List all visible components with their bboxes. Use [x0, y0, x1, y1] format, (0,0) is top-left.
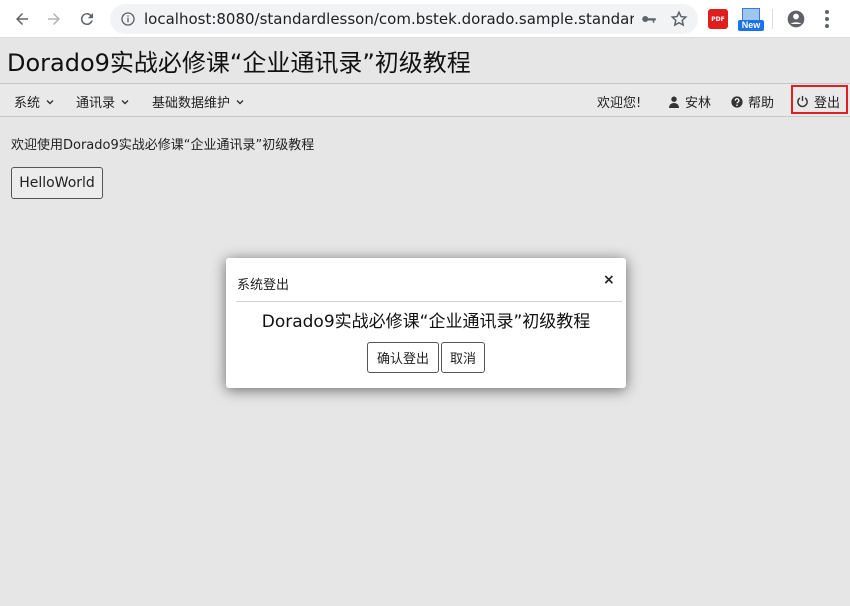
page-title: Dorado9实战必修课“企业通讯录”初级教程: [7, 49, 471, 77]
user-name: 安林: [685, 96, 712, 111]
helloworld-button[interactable]: HelloWorld: [11, 167, 103, 199]
back-button[interactable]: [10, 7, 34, 31]
menu-contacts-label: 通讯录: [76, 96, 116, 111]
user-menu[interactable]: 安林: [668, 92, 711, 111]
address-bar[interactable]: localhost:8080/standardlesson/com.bstek.…: [110, 4, 698, 34]
browser-toolbar: localhost:8080/standardlesson/com.bstek.…: [0, 0, 850, 38]
dialog-message: Dorado9实战必修课“企业通讯录”初级教程: [261, 312, 591, 332]
pdf-extension-icon[interactable]: PDF: [708, 9, 728, 29]
arrow-right-icon: [48, 13, 60, 25]
dialog-divider: [236, 301, 622, 302]
chevron-down-icon: [121, 99, 129, 104]
close-icon[interactable]: ×: [603, 272, 615, 288]
welcome-message: 欢迎使用Dorado9实战必修课“企业通讯录”初级教程: [11, 138, 315, 153]
toolbar-divider: [772, 9, 773, 29]
user-icon: [669, 96, 679, 108]
menu-system[interactable]: 系统: [14, 92, 54, 111]
top-menu-bar: 系统 通讯录 基础数据维护 欢迎您! 安林 帮助: [0, 83, 850, 117]
cancel-button[interactable]: 取消: [441, 342, 485, 373]
pdf-extension-label: PDF: [711, 15, 725, 23]
chevron-down-icon: [46, 99, 54, 104]
help-menu[interactable]: 帮助: [731, 92, 774, 111]
dialog-title: 系统登出: [237, 278, 290, 293]
logout-content: 登出: [796, 92, 840, 111]
arrow-left-icon: [16, 13, 28, 25]
menu-contacts[interactable]: 通讯录: [76, 92, 129, 111]
logout-button[interactable]: 登出: [791, 85, 848, 114]
reload-button[interactable]: [75, 7, 99, 31]
more-menu-icon[interactable]: [824, 9, 830, 29]
help-icon: [731, 95, 743, 108]
chevron-down-icon: [236, 99, 244, 104]
info-icon[interactable]: [120, 11, 136, 27]
key-icon[interactable]: [640, 10, 658, 28]
new-badge: New: [738, 20, 764, 31]
reload-icon: [80, 13, 93, 26]
logout-dialog: 系统登出 × Dorado9实战必修课“企业通讯录”初级教程 确认登出 取消: [226, 258, 626, 388]
url-text[interactable]: localhost:8080/standardlesson/com.bstek.…: [144, 10, 634, 28]
forward-button[interactable]: [42, 7, 66, 31]
help-label: 帮助: [748, 96, 775, 111]
new-extension-icon[interactable]: New: [738, 8, 764, 32]
welcome-label: 欢迎您!: [597, 92, 641, 111]
confirm-logout-button[interactable]: 确认登出: [367, 342, 439, 373]
star-icon[interactable]: [670, 10, 688, 28]
power-icon: [797, 95, 808, 108]
menu-base-data-label: 基础数据维护: [152, 96, 231, 111]
welcome-text: 欢迎您!: [597, 96, 642, 111]
logout-label: 登出: [814, 96, 841, 111]
menu-base-data[interactable]: 基础数据维护: [152, 92, 244, 111]
menu-system-label: 系统: [14, 96, 41, 111]
profile-icon[interactable]: [786, 9, 806, 29]
